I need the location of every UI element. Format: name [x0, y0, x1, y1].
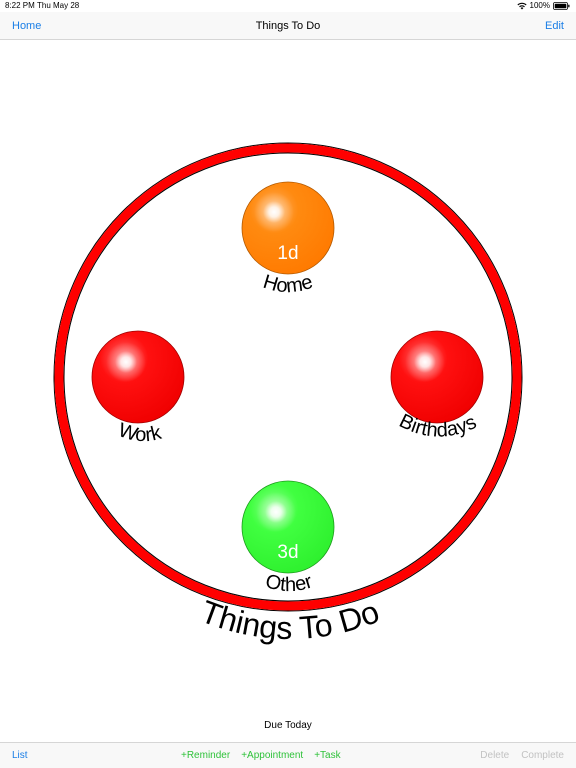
- category-bubble-work[interactable]: Work: [91, 330, 185, 446]
- home-label: Home: [261, 271, 316, 298]
- status-time: 8:22 PM: [5, 1, 35, 10]
- home-badge: 1d: [277, 243, 298, 264]
- nav-bar: Home Things To Do Edit: [0, 12, 576, 40]
- other-badge: 3d: [277, 542, 298, 563]
- wifi-icon: [516, 2, 527, 10]
- status-date: Thu May 28: [37, 1, 80, 10]
- category-diagram: 1d Home Work Birthdays 3d Other Things T…: [53, 142, 523, 646]
- status-bar: 8:22 PM Thu May 28 100%: [0, 0, 576, 12]
- category-bubble-home[interactable]: 1d Home: [241, 181, 335, 298]
- complete-button[interactable]: Complete: [521, 750, 564, 761]
- item-actions: Delete Complete: [480, 750, 564, 761]
- battery-percent: 100%: [529, 1, 550, 10]
- add-appointment-button[interactable]: +Appointment: [241, 750, 303, 761]
- add-actions: +Reminder +Appointment +Task: [181, 750, 341, 761]
- delete-button[interactable]: Delete: [480, 750, 509, 761]
- other-label: Other: [263, 570, 315, 596]
- category-bubble-birthdays[interactable]: Birthdays: [390, 330, 484, 442]
- list-button[interactable]: List: [12, 750, 28, 761]
- edit-button[interactable]: Edit: [545, 20, 564, 32]
- category-bubble-other[interactable]: 3d Other: [241, 480, 335, 596]
- battery-icon: [553, 1, 570, 10]
- add-task-button[interactable]: +Task: [314, 750, 340, 761]
- status-right: 100%: [516, 1, 570, 10]
- home-label-path: Home: [261, 271, 316, 298]
- add-reminder-button[interactable]: +Reminder: [181, 750, 230, 761]
- bottom-toolbar: List +Reminder +Appointment +Task Delete…: [0, 742, 576, 768]
- other-label-path: Other: [263, 570, 315, 596]
- due-today-label: Due Today: [264, 720, 312, 731]
- page-title: Things To Do: [255, 20, 321, 32]
- screen: 8:22 PM Thu May 28 100% Home Things To D…: [0, 0, 576, 768]
